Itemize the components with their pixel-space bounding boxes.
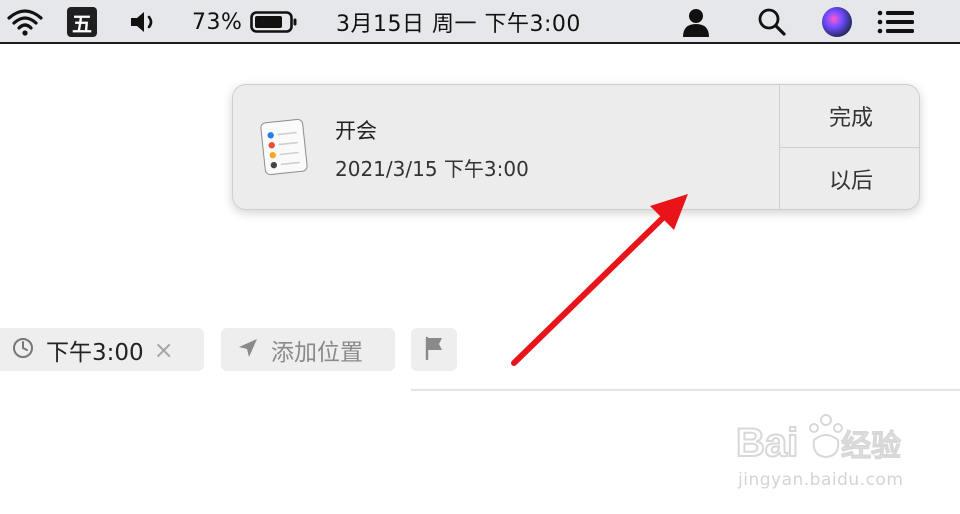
svg-text:经验: 经验 — [841, 429, 901, 464]
watermark-url: jingyan.baidu.com — [738, 470, 904, 490]
svg-text:Bai: Bai — [736, 421, 798, 465]
baidu-jingyan-watermark: Bai 经验 — [735, 410, 911, 472]
